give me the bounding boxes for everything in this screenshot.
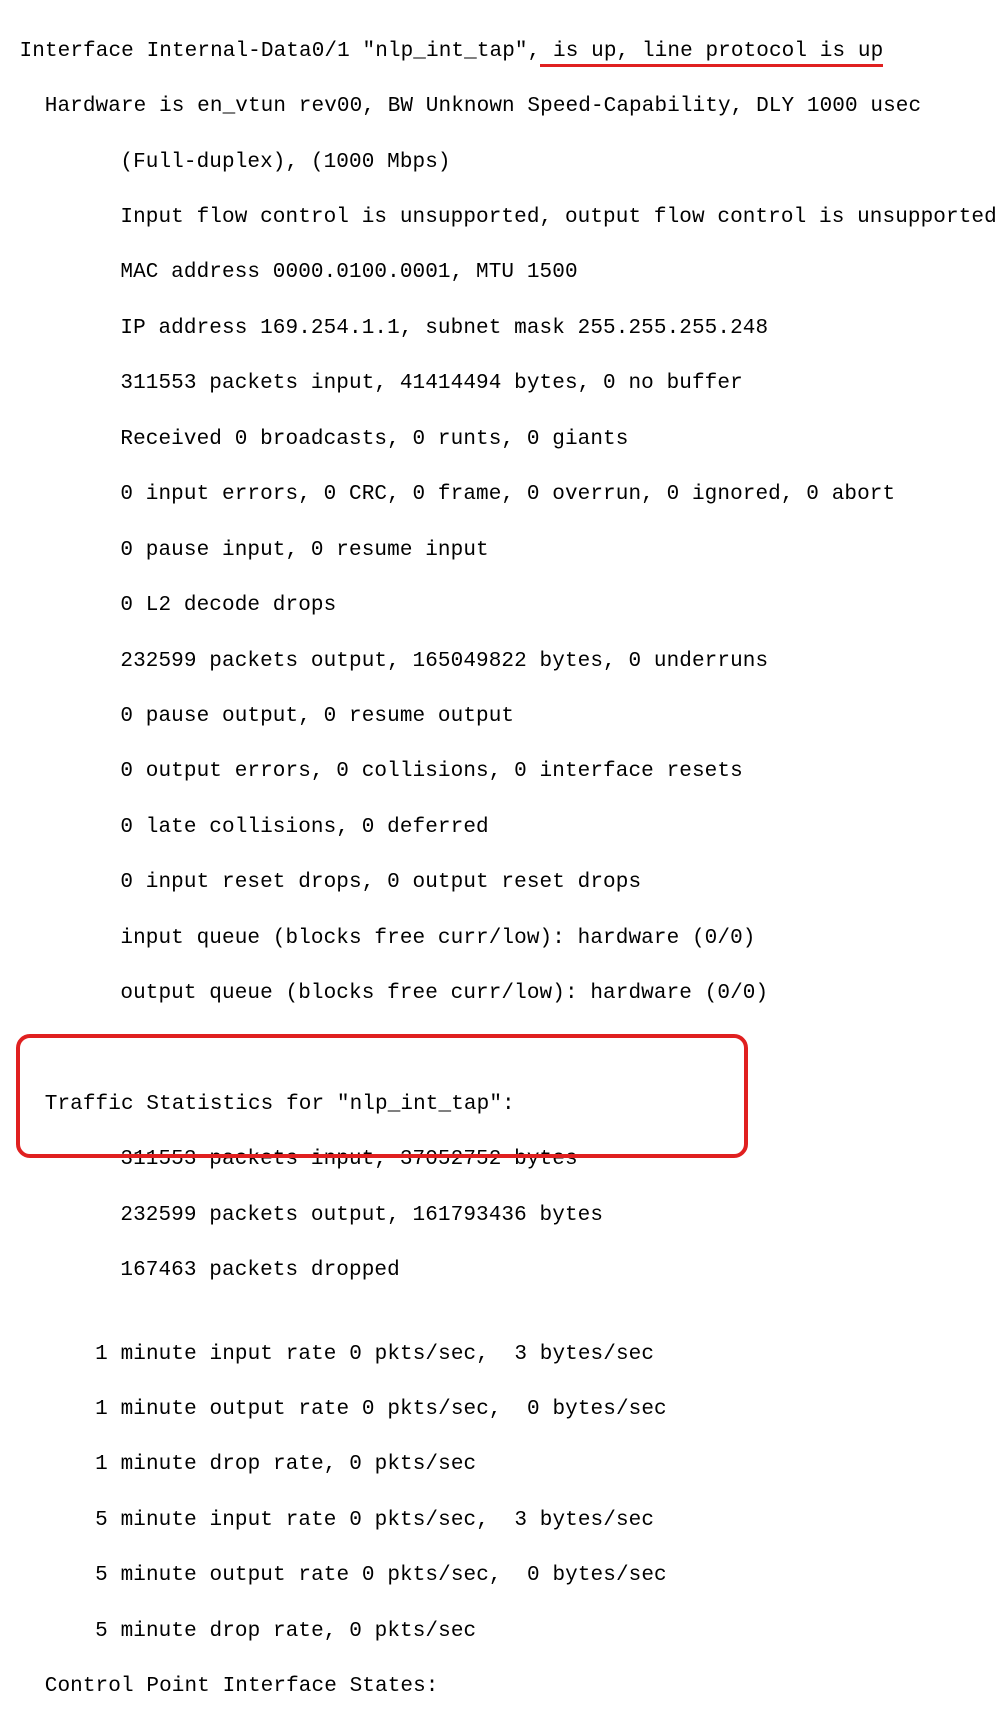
rate-1min-out: 1 minute output rate 0 pkts/sec, 0 bytes…: [12, 1396, 987, 1424]
pause-input-line: 0 pause input, 0 resume input: [12, 537, 987, 565]
output-errors-line: 0 output errors, 0 collisions, 0 interfa…: [12, 758, 987, 786]
received-line: Received 0 broadcasts, 0 runts, 0 giants: [12, 426, 987, 454]
input-errors-line: 0 input errors, 0 CRC, 0 frame, 0 overru…: [12, 481, 987, 509]
pause-output-line: 0 pause output, 0 resume output: [12, 703, 987, 731]
reset-drops-line: 0 input reset drops, 0 output reset drop…: [12, 869, 987, 897]
interface-header: Interface Internal-Data0/1 "nlp_int_tap"…: [12, 38, 987, 66]
l2-drops-line: 0 L2 decode drops: [12, 592, 987, 620]
rate-5min-out: 5 minute output rate 0 pkts/sec, 0 bytes…: [12, 1562, 987, 1590]
cli-output: Interface Internal-Data0/1 "nlp_int_tap"…: [0, 0, 999, 1716]
control-point-title: Control Point Interface States:: [12, 1673, 987, 1701]
traffic-output: 232599 packets output, 161793436 bytes: [12, 1202, 987, 1230]
traffic-title: Traffic Statistics for "nlp_int_tap":: [12, 1091, 987, 1119]
flow-control-line: Input flow control is unsupported, outpu…: [12, 204, 987, 232]
packets-input-line: 311553 packets input, 41414494 bytes, 0 …: [12, 370, 987, 398]
duplex-line: (Full-duplex), (1000 Mbps): [12, 149, 987, 177]
packets-output-line: 232599 packets output, 165049822 bytes, …: [12, 648, 987, 676]
output-queue-line: output queue (blocks free curr/low): har…: [12, 980, 987, 1008]
interface-status-text: is up, line protocol is up: [540, 40, 883, 67]
traffic-dropped: 167463 packets dropped: [12, 1257, 987, 1285]
rate-1min-drop: 1 minute drop rate, 0 pkts/sec: [12, 1451, 987, 1479]
traffic-stats-block: Traffic Statistics for "nlp_int_tap": 31…: [12, 1036, 987, 1313]
rate-5min-drop: 5 minute drop rate, 0 pkts/sec: [12, 1618, 987, 1646]
late-collisions-line: 0 late collisions, 0 deferred: [12, 814, 987, 842]
hardware-line: Hardware is en_vtun rev00, BW Unknown Sp…: [12, 93, 987, 121]
input-queue-line: input queue (blocks free curr/low): hard…: [12, 925, 987, 953]
mac-line: MAC address 0000.0100.0001, MTU 1500: [12, 259, 987, 287]
traffic-input: 311553 packets input, 37052752 bytes: [12, 1146, 987, 1174]
ip-line: IP address 169.254.1.1, subnet mask 255.…: [12, 315, 987, 343]
rate-1min-in: 1 minute input rate 0 pkts/sec, 3 bytes/…: [12, 1341, 987, 1369]
rate-5min-in: 5 minute input rate 0 pkts/sec, 3 bytes/…: [12, 1507, 987, 1535]
interface-header-prefix: Interface Internal-Data0/1 "nlp_int_tap"…: [20, 40, 541, 63]
